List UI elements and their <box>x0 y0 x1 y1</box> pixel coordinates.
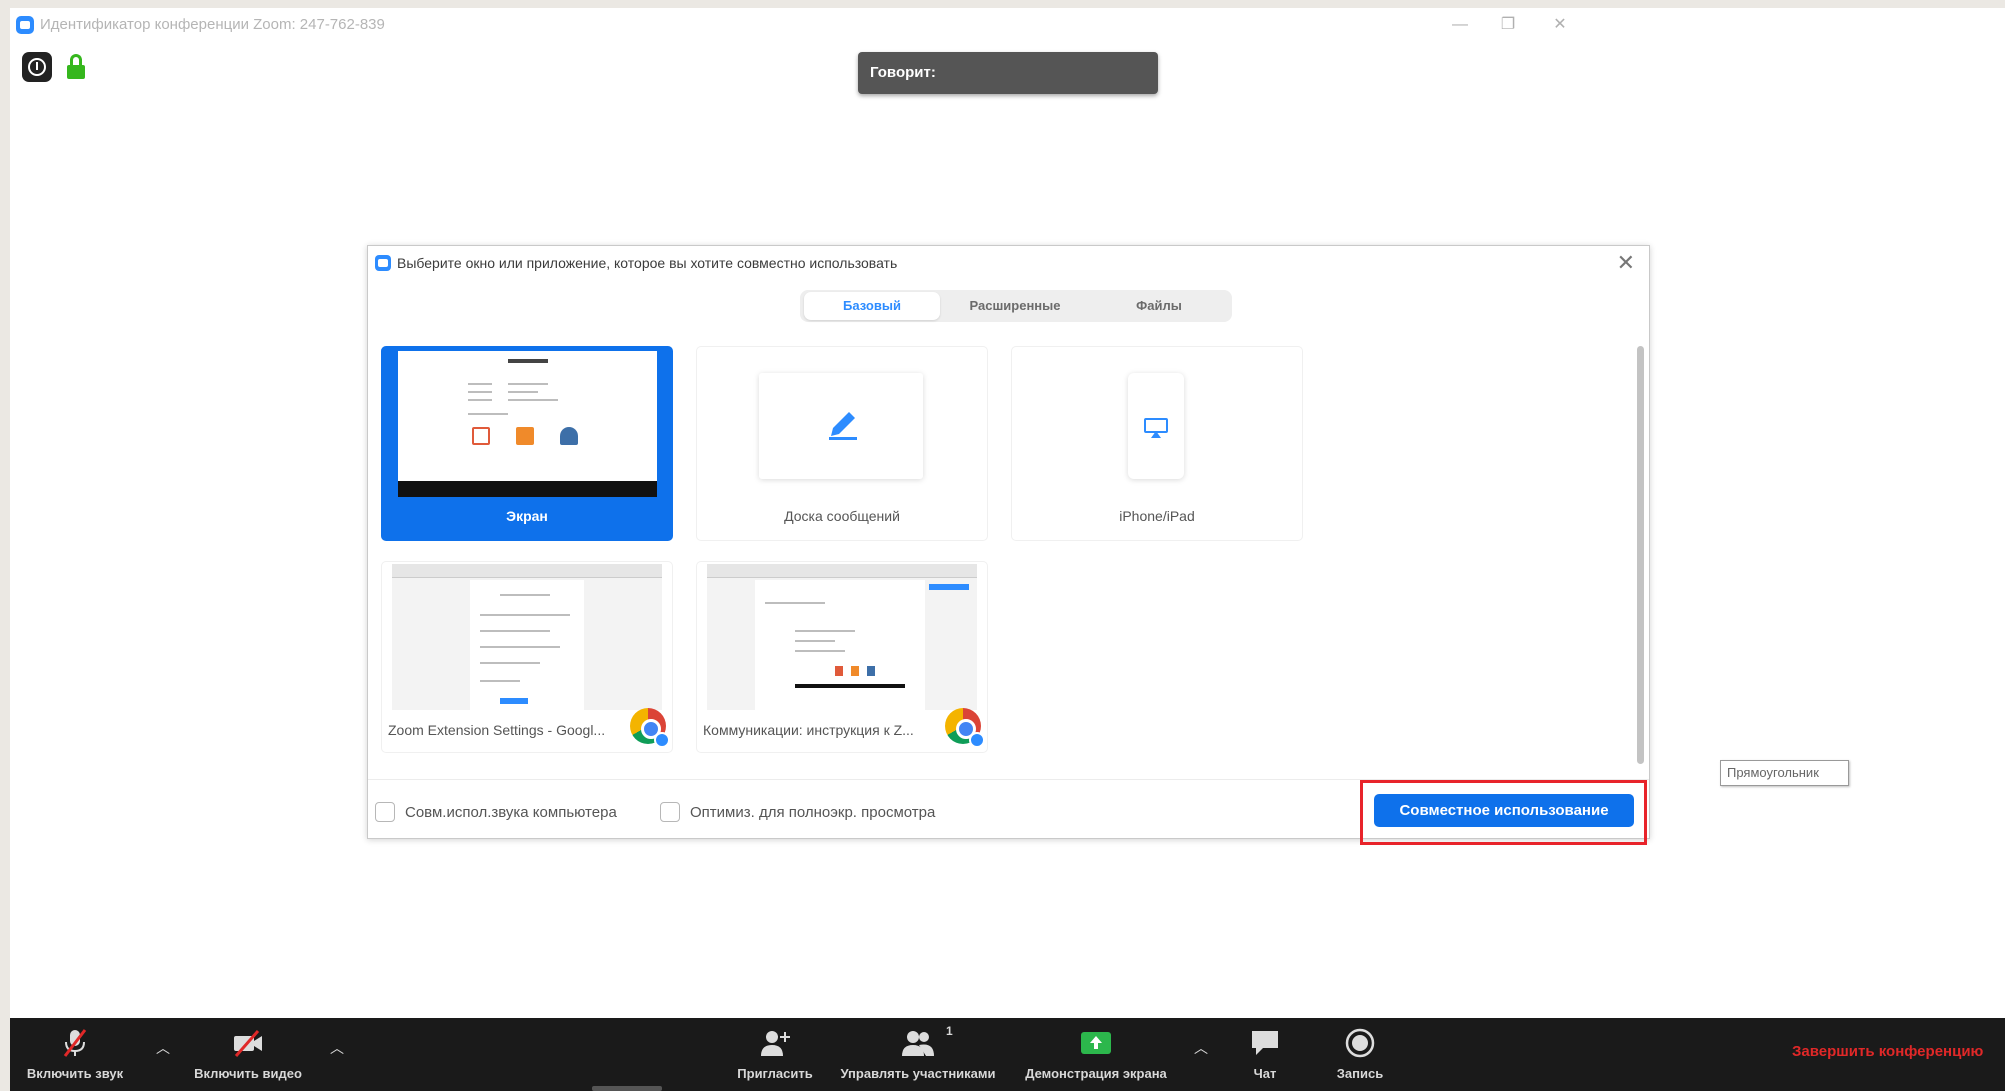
audio-options-chevron-icon[interactable]: ︿ <box>156 1038 172 1056</box>
tile-label: Доска сообщений <box>784 508 900 524</box>
share-screen-button[interactable]: Демонстрация экрана <box>1010 1018 1182 1091</box>
zoom-app-icon <box>375 255 391 271</box>
invite-button[interactable]: Пригласить <box>725 1018 825 1091</box>
participants-count: 1 <box>946 1024 953 1038</box>
window-label: Коммуникации: инструкция к Z... <box>703 722 914 738</box>
meeting-toolbar: Включить звук ︿ Включить видео ︿ Приглас… <box>10 1018 2005 1091</box>
share-option-iphone-ipad[interactable]: iPhone/iPad <box>1011 346 1303 541</box>
share-option-window[interactable]: Zoom Extension Settings - Googl... <box>381 561 673 753</box>
airplay-icon <box>1144 418 1168 438</box>
window-title: Идентификатор конференции Zoom: 247-762-… <box>40 16 385 33</box>
start-video-button[interactable]: Включить видео <box>178 1018 318 1091</box>
tab-basic[interactable]: Базовый <box>804 292 940 320</box>
unmute-button[interactable]: Включить звук <box>10 1018 140 1091</box>
shape-tooltip: Прямоугольник <box>1720 760 1849 786</box>
chat-button[interactable]: Чат <box>1230 1018 1300 1091</box>
end-meeting-button[interactable]: Завершить конференцию <box>1792 1043 1983 1060</box>
screen-preview-thumbnail <box>398 351 657 497</box>
toolbar-scroll-indicator <box>592 1086 662 1091</box>
share-computer-sound-checkbox[interactable] <box>375 802 395 822</box>
video-options-chevron-icon[interactable]: ︿ <box>330 1038 346 1056</box>
share-screen-label: Демонстрация экрана <box>1025 1066 1167 1081</box>
share-tabs: Базовый Расширенные Файлы <box>800 290 1232 322</box>
dialog-scrollbar[interactable] <box>1637 346 1644 764</box>
pencil-icon <box>829 412 857 440</box>
meeting-info-icon[interactable] <box>22 52 52 82</box>
restore-button[interactable]: ❐ <box>1493 12 1523 38</box>
dialog-close-icon[interactable]: ✕ <box>1617 250 1635 276</box>
minimize-button[interactable]: — <box>1445 12 1475 38</box>
tile-label: Экран <box>506 508 548 524</box>
add-person-icon <box>761 1031 790 1056</box>
share-screen-icon <box>1081 1032 1111 1054</box>
dialog-title: Выберите окно или приложение, которое вы… <box>397 255 898 271</box>
share-option-window[interactable]: Коммуникации: инструкция к Z... <box>696 561 988 753</box>
share-computer-sound-label: Совм.испол.звука компьютера <box>405 804 617 821</box>
chat-bubble-icon <box>1252 1031 1278 1055</box>
share-option-whiteboard[interactable]: Доска сообщений <box>696 346 988 541</box>
whiteboard-card <box>759 373 923 479</box>
unmute-label: Включить звук <box>26 1066 124 1081</box>
tile-label: iPhone/iPad <box>1119 508 1195 524</box>
invite-label: Пригласить <box>737 1066 813 1081</box>
title-bar: Идентификатор конференции Zoom: 247-762-… <box>10 8 2005 42</box>
video-off-icon <box>234 1030 262 1057</box>
record-button[interactable]: Запись <box>1320 1018 1400 1091</box>
tab-advanced[interactable]: Расширенные <box>942 292 1088 320</box>
zoom-badge-icon <box>969 732 985 748</box>
active-speaker-indicator: Говорит: <box>858 52 1158 94</box>
muted-microphone-icon <box>63 1029 87 1057</box>
optimize-fullscreen-checkbox[interactable] <box>660 802 680 822</box>
optimize-fullscreen-label: Оптимиз. для полноэкр. просмотра <box>690 804 936 821</box>
window-label: Zoom Extension Settings - Googl... <box>388 722 606 738</box>
tab-files[interactable]: Файлы <box>1090 292 1228 320</box>
window-preview-thumbnail <box>707 564 977 710</box>
share-option-screen[interactable]: Экран <box>381 346 673 541</box>
participants-icon <box>902 1031 934 1056</box>
window-preview-thumbnail <box>392 564 662 710</box>
manage-participants-button[interactable]: 1 Управлять участниками <box>828 1018 1008 1091</box>
start-video-label: Включить видео <box>194 1066 302 1081</box>
zoom-badge-icon <box>654 732 670 748</box>
participants-label: Управлять участниками <box>840 1066 996 1081</box>
speaker-label: Говорит: <box>870 64 936 81</box>
share-options-chevron-icon[interactable]: ︿ <box>1194 1038 1210 1056</box>
highlight-rectangle-annotation <box>1360 780 1647 845</box>
record-label: Запись <box>1336 1066 1384 1081</box>
share-screen-dialog: Выберите окно или приложение, которое вы… <box>367 245 1650 839</box>
zoom-app-icon <box>16 16 34 34</box>
phone-card <box>1128 373 1184 479</box>
record-icon <box>1345 1028 1375 1058</box>
chat-label: Чат <box>1253 1066 1277 1081</box>
encryption-lock-icon[interactable] <box>66 54 86 80</box>
close-window-button[interactable]: ✕ <box>1545 12 1575 38</box>
